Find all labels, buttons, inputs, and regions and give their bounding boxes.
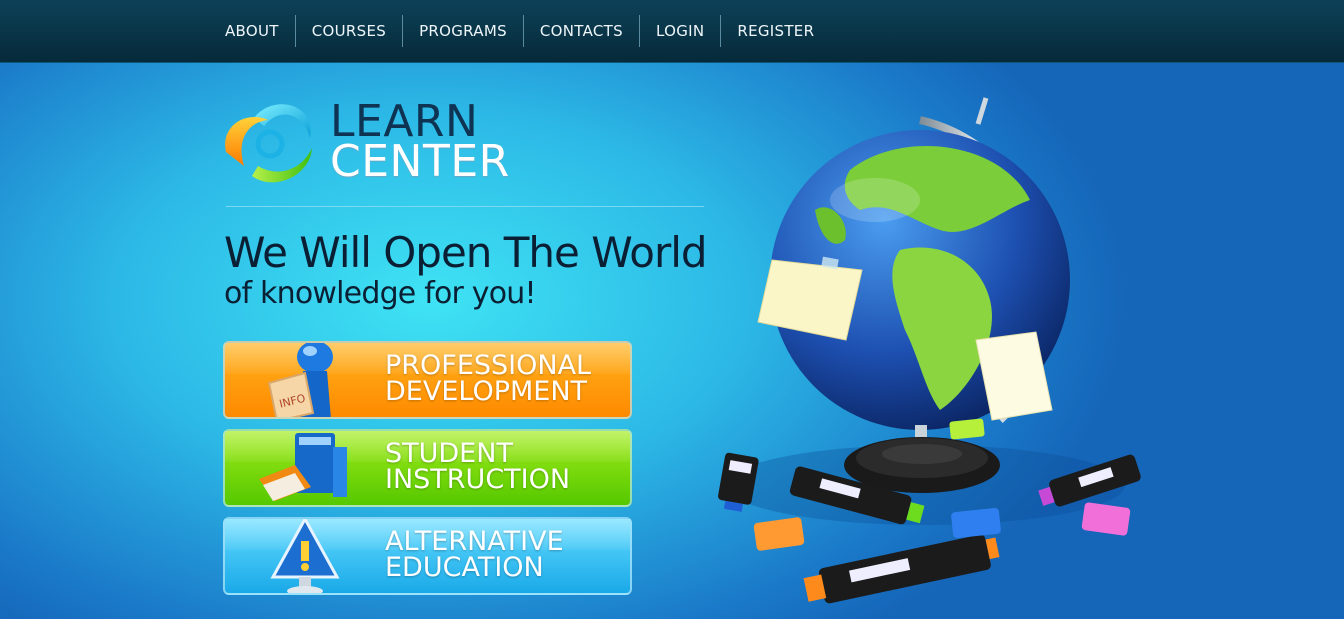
program-label-line2: DEVELOPMENT [385, 376, 588, 407]
nav-item-contacts[interactable]: CONTACTS [522, 15, 639, 47]
section-divider [226, 206, 704, 207]
logo-text-center: CENTER [330, 136, 510, 187]
student-instruction-button[interactable]: STUDENT INSTRUCTION [223, 429, 632, 507]
nav-item-courses[interactable]: COURSES [294, 15, 402, 47]
program-label-line2: INSTRUCTION [385, 464, 571, 495]
alternative-education-button[interactable]: ALTERNATIVE EDUCATION [223, 517, 632, 595]
nav-link-contacts[interactable]: CONTACTS [540, 22, 623, 40]
top-navigation-bar: ABOUT COURSES PROGRAMS CONTACTS LOGIN RE… [0, 0, 1344, 63]
books-icon [259, 433, 347, 501]
program-label-line2: EDUCATION [385, 552, 544, 583]
nav-link-about[interactable]: ABOUT [225, 22, 279, 40]
professional-development-label: PROFESSIONAL DEVELOPMENT [385, 352, 591, 407]
hero-headline: We Will Open The World [224, 228, 708, 277]
main-nav: ABOUT COURSES PROGRAMS CONTACTS LOGIN RE… [213, 0, 830, 62]
professional-development-button[interactable]: INFO PROFESSIONAL DEVELOPMENT [223, 341, 632, 419]
hero-subline: of knowledge for you! [224, 276, 537, 311]
nav-item-login[interactable]: LOGIN [638, 15, 720, 47]
nav-item-register[interactable]: REGISTER [720, 15, 830, 47]
info-figure-icon: INFO [267, 343, 333, 417]
nav-link-register[interactable]: REGISTER [737, 22, 814, 40]
nav-link-programs[interactable]: PROGRAMS [419, 22, 507, 40]
student-instruction-label: STUDENT INSTRUCTION [385, 440, 571, 495]
warning-monitor-icon [270, 519, 340, 593]
swirl-logo-icon [225, 104, 312, 183]
nav-link-login[interactable]: LOGIN [656, 22, 704, 40]
nav-item-programs[interactable]: PROGRAMS [402, 15, 523, 47]
nav-link-courses[interactable]: COURSES [312, 22, 386, 40]
alternative-education-label: ALTERNATIVE EDUCATION [385, 528, 564, 583]
nav-item-about[interactable]: ABOUT [213, 15, 295, 47]
globe-with-markers-icon [718, 97, 1141, 604]
site-logo[interactable]: LEARN CENTER [224, 96, 524, 186]
